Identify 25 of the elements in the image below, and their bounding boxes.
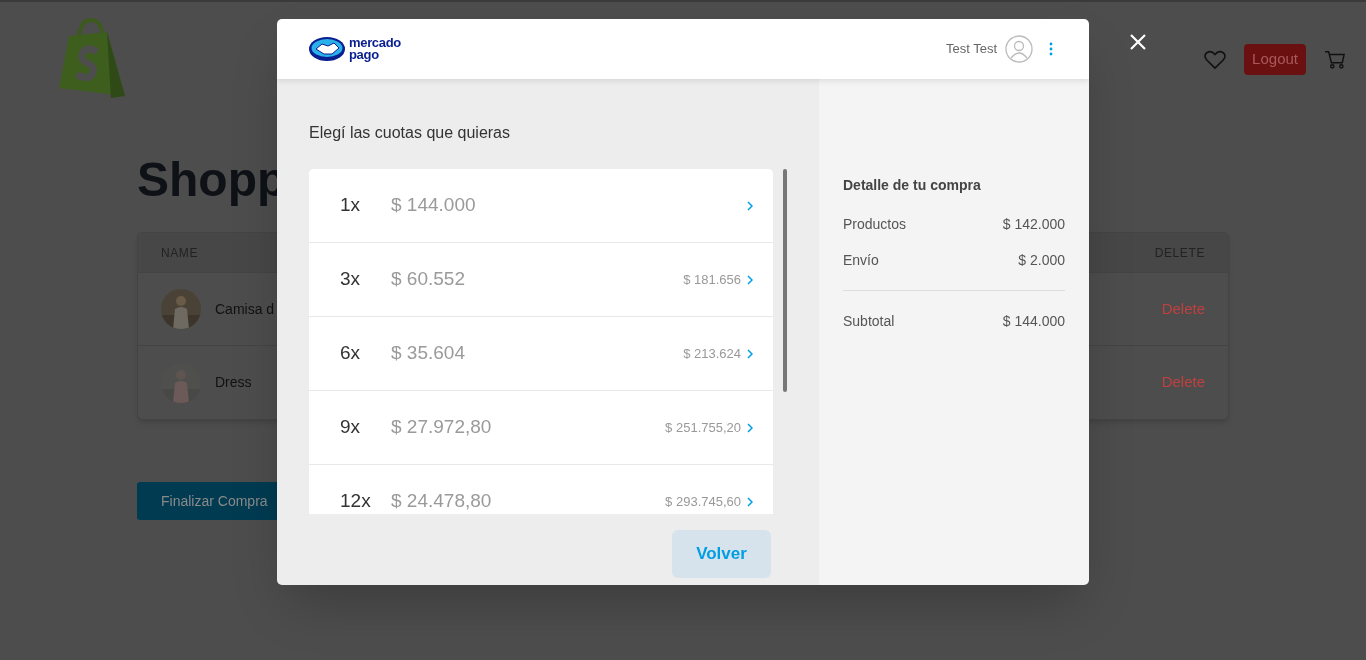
heart-icon[interactable] bbox=[1204, 49, 1227, 70]
product-name: Dress bbox=[215, 373, 252, 392]
product-name: Camisa d bbox=[215, 299, 275, 319]
chevron-right-icon bbox=[747, 200, 753, 211]
user-name: Test Test bbox=[945, 40, 997, 59]
subtotal-label: Subtotal bbox=[843, 312, 895, 331]
summary-title: Detalle de tu compra bbox=[843, 176, 981, 195]
scrollbar[interactable] bbox=[783, 169, 787, 392]
close-icon[interactable] bbox=[1129, 33, 1147, 51]
user-avatar-icon[interactable] bbox=[1005, 35, 1033, 63]
chevron-right-icon bbox=[747, 348, 753, 359]
chevron-right-icon bbox=[747, 274, 753, 285]
chevron-right-icon bbox=[747, 496, 753, 507]
installment-option[interactable]: 1x $ 144.000 bbox=[309, 169, 773, 243]
more-icon[interactable] bbox=[1049, 42, 1053, 56]
summary-label: Productos bbox=[843, 215, 907, 234]
logo-text: mercado bbox=[349, 37, 401, 49]
subtotal-value: $ 144.000 bbox=[1002, 312, 1065, 331]
cart-icon[interactable] bbox=[1324, 49, 1346, 70]
summary-value: $ 142.000 bbox=[1002, 215, 1065, 234]
summary-label: Envío bbox=[843, 251, 879, 270]
chevron-right-icon bbox=[747, 422, 753, 433]
section-title: Elegí las cuotas que quieras bbox=[309, 123, 510, 143]
logo-text: pago bbox=[349, 49, 380, 61]
summary-value: $ 2.000 bbox=[1018, 251, 1065, 270]
